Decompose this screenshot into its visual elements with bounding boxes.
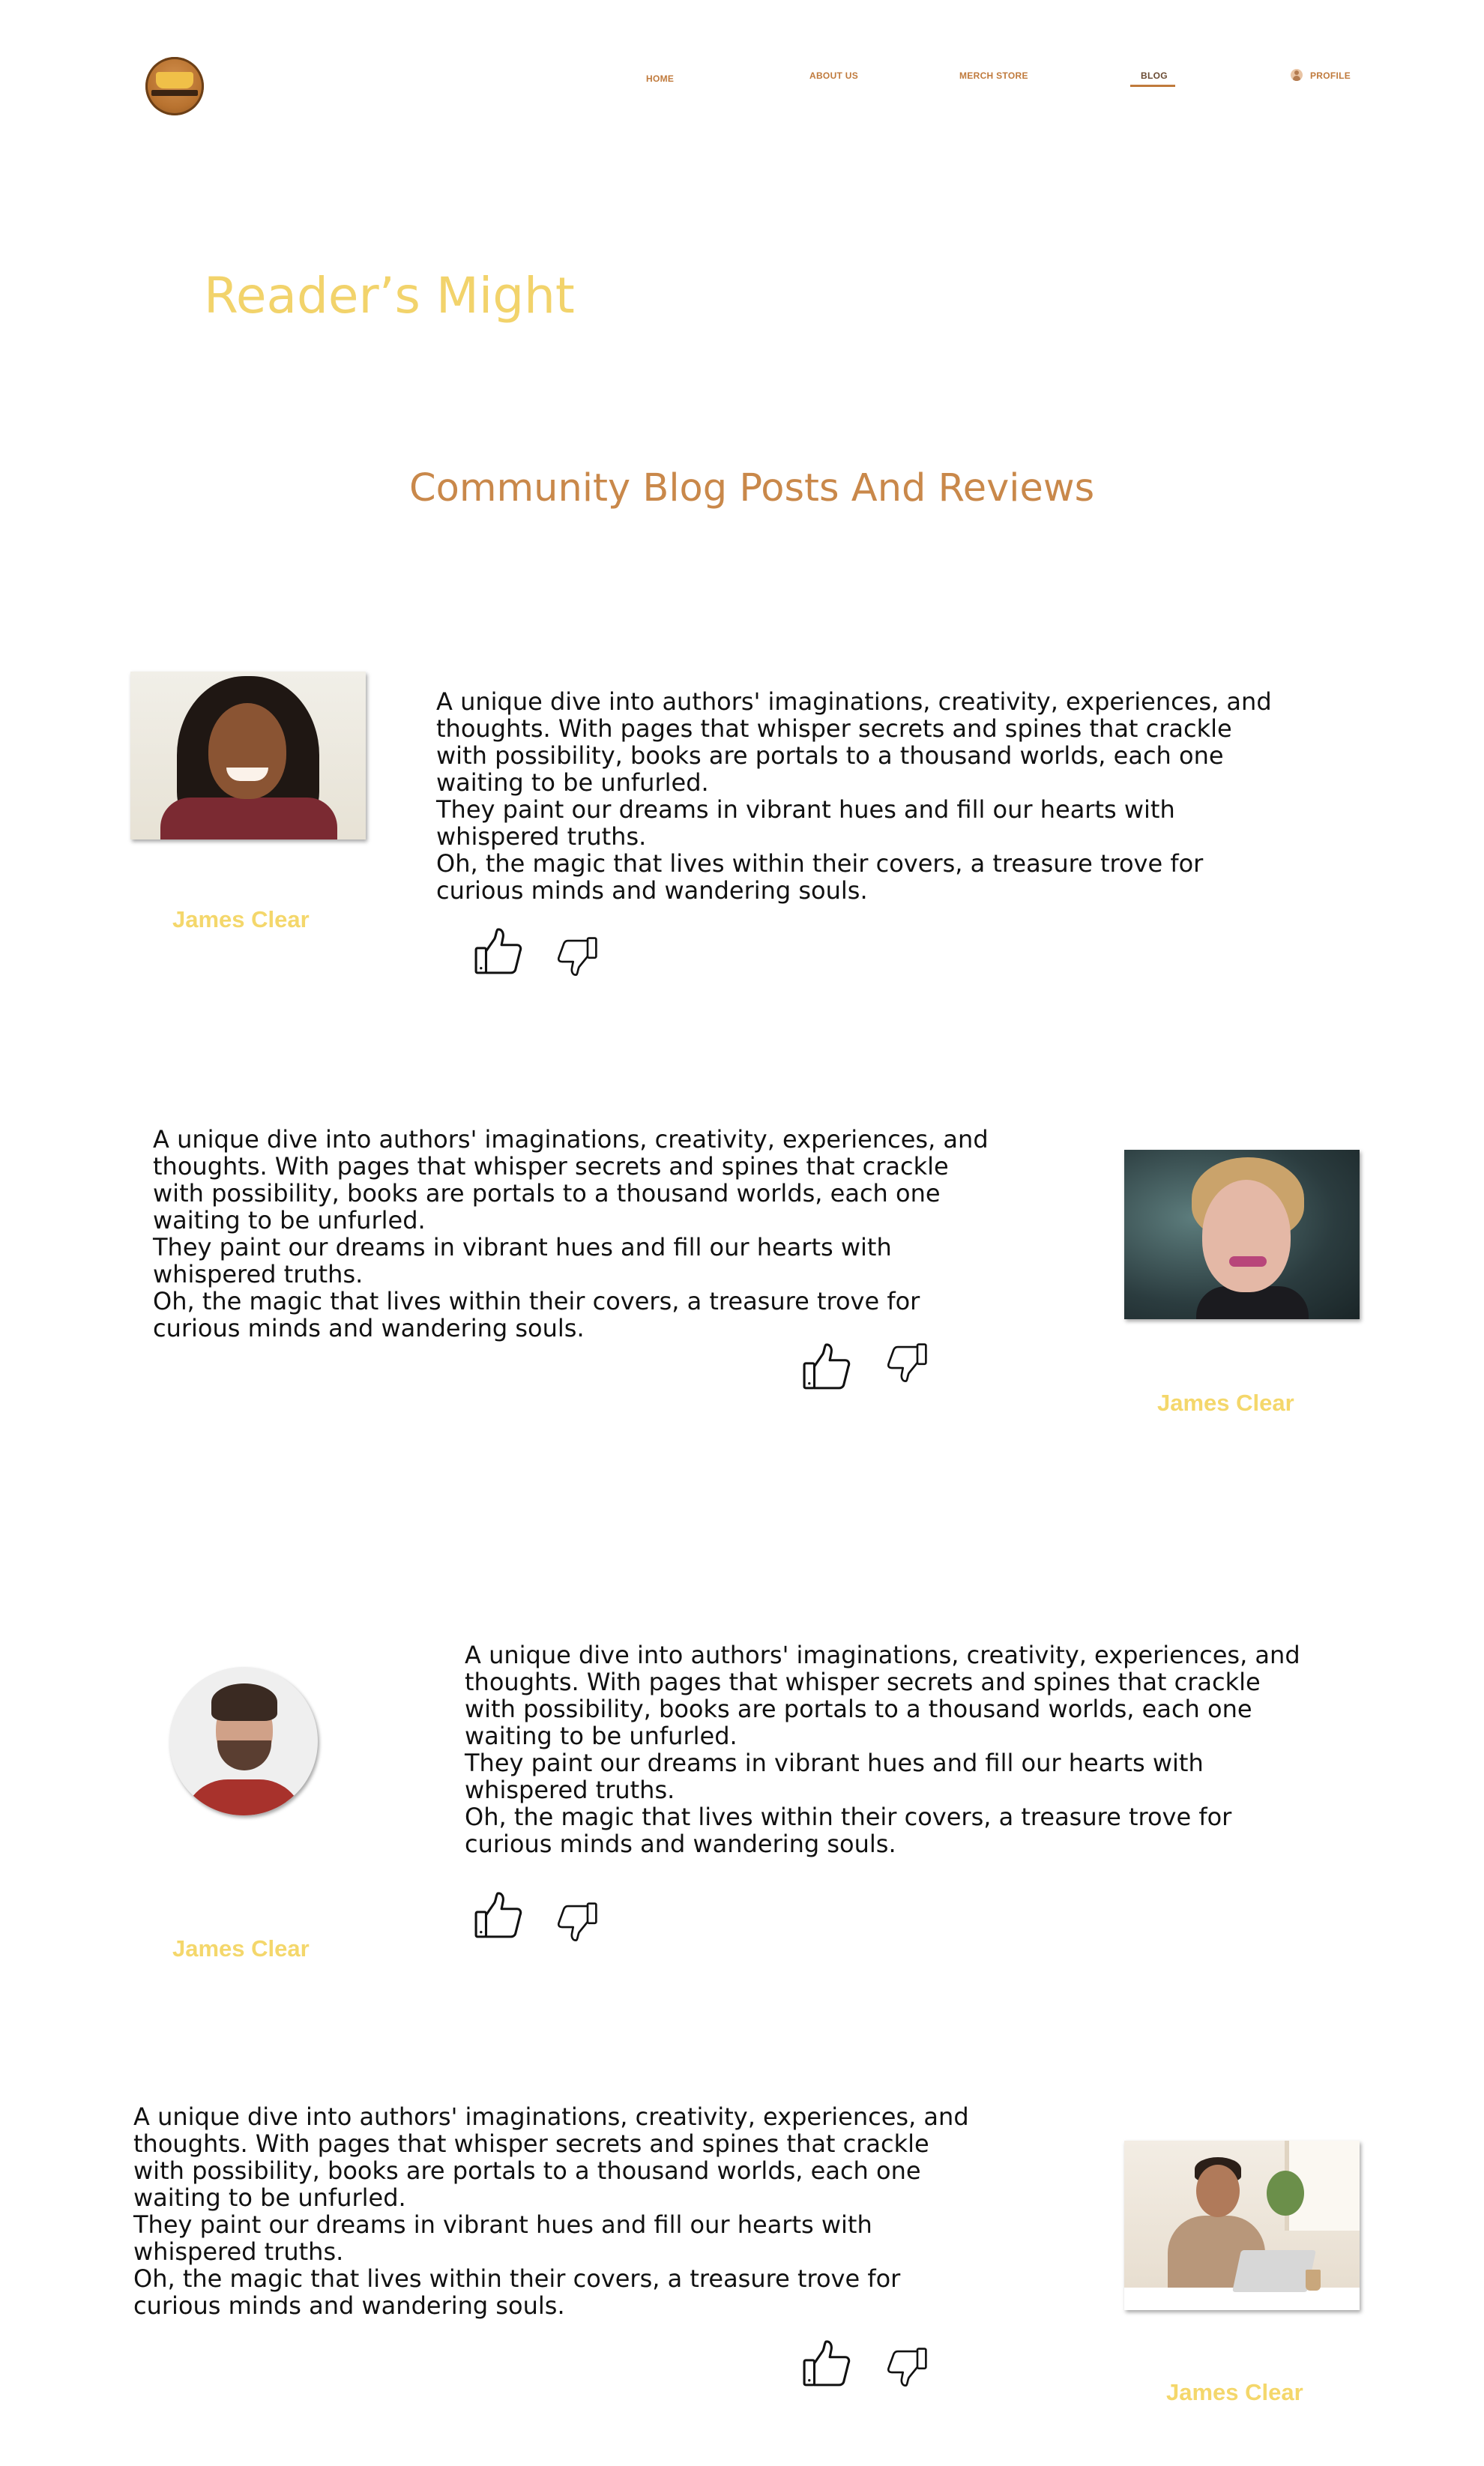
post-4-text: A unique dive into authors' imaginations… xyxy=(133,2102,969,2320)
post-2-thumbs-down-icon[interactable] xyxy=(886,1342,928,1384)
post-3-text: A unique dive into authors' imaginations… xyxy=(465,1641,1300,1858)
post-2-author-name[interactable]: James Clear xyxy=(1157,1390,1294,1417)
logo-band xyxy=(151,90,198,96)
post-3-thumbs-down-icon[interactable] xyxy=(556,1901,598,1943)
post-1-author-photo xyxy=(130,672,366,839)
nav-profile[interactable]: PROFILE xyxy=(1310,70,1351,81)
post-4-thumbs-up-icon[interactable] xyxy=(802,2339,851,2388)
post-3-author-avatar xyxy=(169,1667,318,1815)
post-1-thumbs-up-icon[interactable] xyxy=(474,926,523,976)
post-2-text: A unique dive into authors' imaginations… xyxy=(153,1125,989,1342)
nav-active-indicator xyxy=(1130,85,1175,87)
section-title: Community Blog Posts And Reviews xyxy=(409,466,1095,510)
post-4-author-photo xyxy=(1124,2141,1360,2310)
site-title: Reader’s Might xyxy=(204,267,575,325)
nav-about-us[interactable]: ABOUT US xyxy=(809,70,858,81)
post-4-author-name[interactable]: James Clear xyxy=(1166,2379,1303,2406)
nav-merch-store[interactable]: MERCH STORE xyxy=(959,70,1028,81)
logo-book-icon xyxy=(156,72,193,88)
post-3-thumbs-up-icon[interactable] xyxy=(474,1890,523,1940)
post-3-author-name[interactable]: James Clear xyxy=(172,1935,310,1962)
post-4-thumbs-down-icon[interactable] xyxy=(886,2346,928,2388)
post-2-author-photo xyxy=(1124,1150,1360,1319)
nav-blog[interactable]: BLOG xyxy=(1141,70,1168,81)
post-1-thumbs-down-icon[interactable] xyxy=(556,935,598,977)
site-logo[interactable] xyxy=(145,57,204,115)
post-1-author-name[interactable]: James Clear xyxy=(172,906,310,933)
post-2-thumbs-up-icon[interactable] xyxy=(802,1342,851,1391)
nav-home[interactable]: HOME xyxy=(646,73,674,84)
post-1-text: A unique dive into authors' imaginations… xyxy=(436,687,1272,905)
profile-icon[interactable] xyxy=(1291,69,1303,81)
